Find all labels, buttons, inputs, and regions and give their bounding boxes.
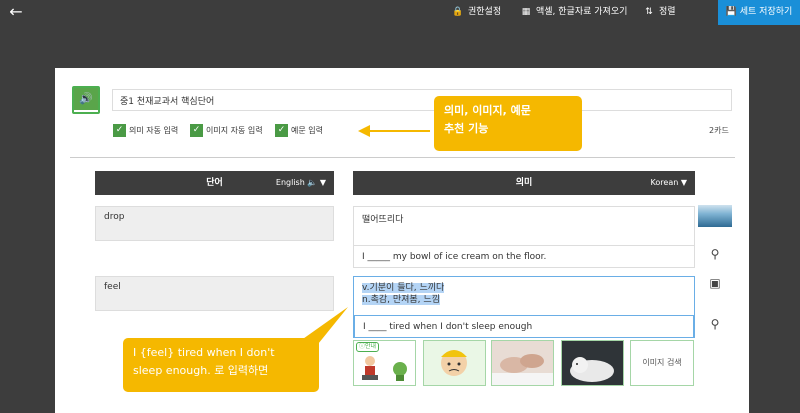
permissions-button[interactable]: 🔒 권한설정 [452, 4, 501, 20]
check-icon: ✓ [113, 124, 126, 137]
card-image-thumbnail[interactable] [698, 205, 732, 227]
auto-meaning-checkbox[interactable]: ✓ 의미 자동 입력 [113, 124, 178, 138]
speaker-icon: 🔈 [307, 178, 318, 187]
sort-button[interactable]: ⇅ 정렬 [643, 4, 675, 20]
image-search-button[interactable]: 이미지 검색 [630, 340, 694, 386]
set-title-input[interactable] [112, 89, 732, 111]
example-input-checkbox[interactable]: ✓ 예문 입력 [275, 124, 323, 138]
speaker-icon: 🔊 [74, 88, 98, 110]
example-callout: I {feel} tired when I don't sleep enough… [123, 338, 319, 392]
example-input[interactable]: I ____ tired when I don't sleep enough [354, 315, 694, 338]
search-icon[interactable]: ⚲ [707, 317, 723, 331]
image-suggestion[interactable] [491, 340, 554, 386]
tired-face-illustration [424, 341, 485, 385]
audio-toggle[interactable]: 🔊 [72, 86, 100, 114]
auto-image-checkbox[interactable]: ✓ 이미지 자동 입력 [190, 124, 263, 138]
meaning-input[interactable]: v.기분이 들다, 느끼다 n.촉감, 만져봄, 느낌 I ____ tired… [353, 276, 695, 338]
save-icon: 💾 [725, 7, 737, 17]
chevron-down-icon: ▼ [680, 178, 687, 187]
word-input[interactable]: feel [95, 276, 334, 311]
sort-icon: ⇅ [645, 7, 653, 17]
word-input[interactable]: drop [95, 206, 334, 241]
word-column-header: 단어 English 🔈 ▼ [95, 171, 334, 195]
arrow-left-icon [358, 125, 370, 137]
callout-arrow [368, 130, 430, 132]
example-input[interactable]: I _____ my bowl of ice cream on the floo… [354, 245, 694, 268]
image-suggestion[interactable]: ⓘ안내 [353, 340, 416, 386]
image-suggestion[interactable] [561, 340, 624, 386]
top-bar: ← 🔒 권한설정 ▦ 액셀, 한글자료 가져오기 ⇅ 정렬 💾 세트 저장하기 [0, 0, 800, 25]
meaning-language-select[interactable]: Korean ▼ [651, 171, 687, 195]
divider [70, 157, 735, 158]
image-suggestion[interactable] [423, 340, 486, 386]
meaning-column-header: 의미 Korean ▼ [353, 171, 695, 195]
feature-callout: 의미, 이미지, 예문 추천 기능 [434, 96, 582, 151]
meaning-input[interactable]: 떨어뜨리다 I _____ my bowl of ice cream on th… [353, 206, 695, 268]
back-arrow-icon[interactable]: ← [7, 3, 25, 21]
save-set-button[interactable]: 💾 세트 저장하기 [718, 0, 800, 25]
lock-icon: 🔒 [452, 7, 464, 17]
image-icon[interactable]: ▣ [707, 276, 723, 290]
check-icon: ✓ [190, 124, 203, 137]
import-button[interactable]: ▦ 액셀, 한글자료 가져오기 [520, 4, 628, 20]
card-count: 2카드 [709, 126, 729, 135]
check-icon: ✓ [275, 124, 288, 137]
word-language-select[interactable]: English 🔈 ▼ [276, 171, 326, 195]
hands-touch-photo [492, 341, 553, 385]
callout-pointer [300, 307, 348, 349]
chevron-down-icon: ▼ [319, 178, 326, 187]
guide-badge: ⓘ안내 [356, 342, 380, 352]
excel-file-icon: ▦ [521, 7, 531, 17]
search-icon[interactable]: ⚲ [707, 247, 723, 261]
polar-bear-photo [562, 341, 623, 385]
